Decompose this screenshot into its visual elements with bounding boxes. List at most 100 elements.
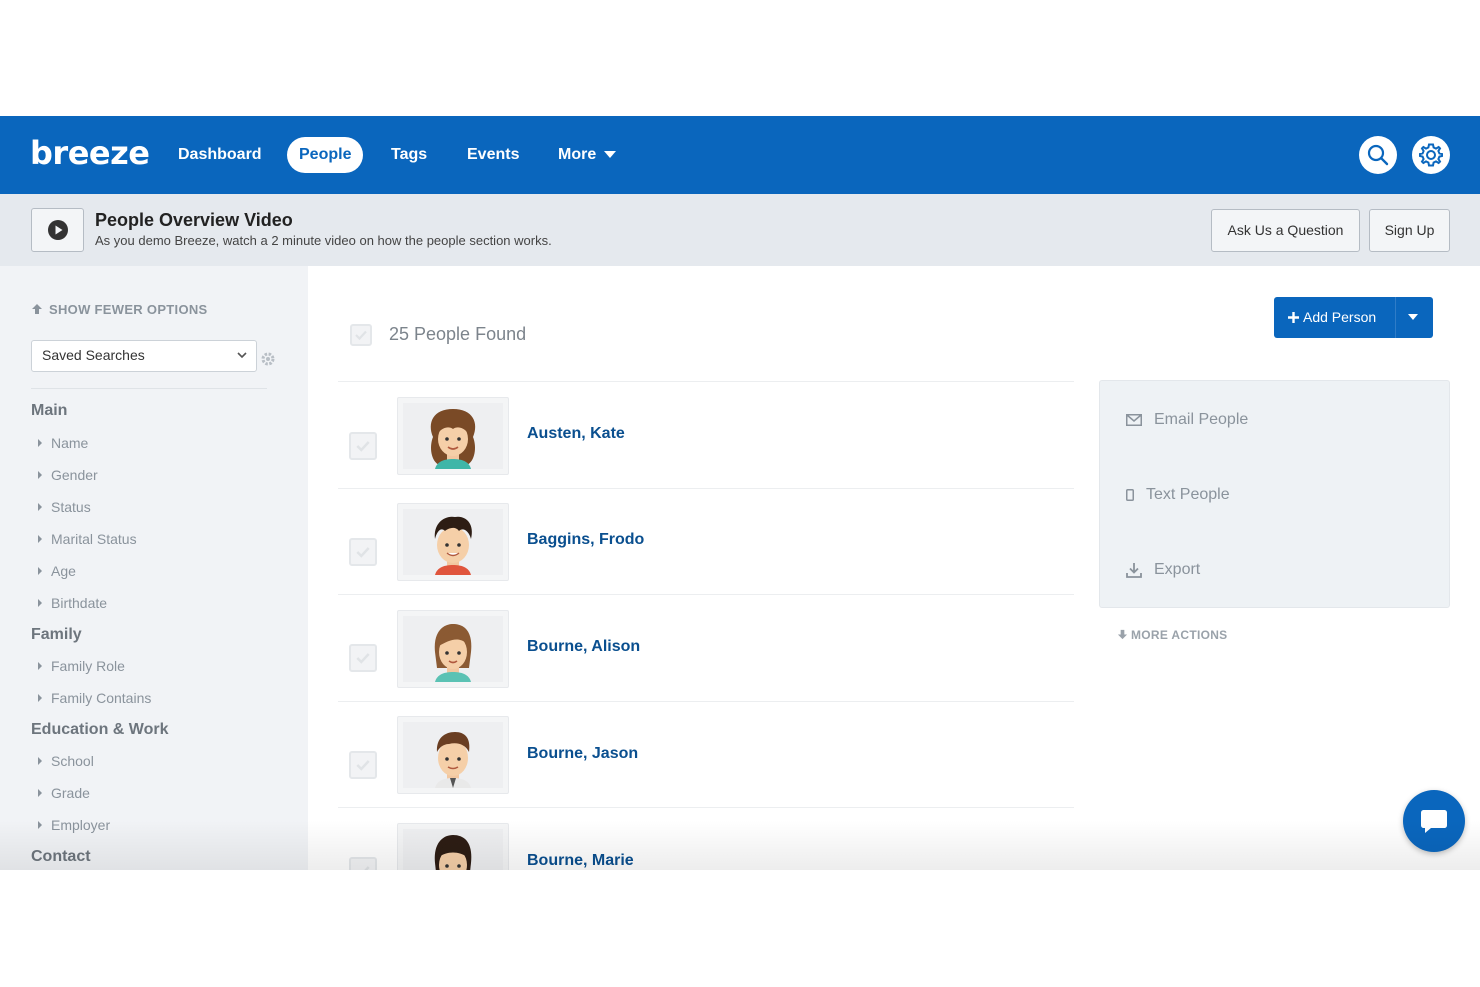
banner-title: People Overview Video	[95, 210, 293, 230]
person-link[interactable]: Bourne, Jason	[527, 745, 638, 763]
ask-question-button[interactable]: Ask Us a Question	[1211, 209, 1360, 252]
row-checkbox[interactable]	[349, 751, 377, 779]
group-main-heading: Main	[31, 402, 68, 419]
nav-events[interactable]: Events	[455, 137, 531, 173]
filter-label: Status	[51, 499, 91, 515]
text-people-action[interactable]: Text People	[1126, 486, 1230, 504]
button-separator	[1395, 297, 1396, 338]
more-actions-toggle[interactable]: MORE ACTIONS	[1117, 628, 1228, 642]
chat-bubble-icon	[1421, 810, 1447, 833]
settings-button[interactable]	[1412, 136, 1450, 174]
list-divider	[338, 701, 1074, 702]
check-icon	[355, 330, 367, 341]
search-button[interactable]	[1359, 136, 1397, 174]
row-checkbox[interactable]	[349, 432, 377, 460]
nav-people[interactable]: People	[287, 137, 364, 173]
row-checkbox[interactable]	[349, 538, 377, 566]
sidebar-divider	[31, 388, 267, 389]
group-education-heading: Education & Work	[31, 721, 169, 738]
app-window: breeze Dashboard People Tags Events More	[0, 116, 1480, 870]
search-icon	[1367, 144, 1389, 166]
check-icon	[356, 760, 370, 771]
actions-panel: Email People Text People Export	[1099, 380, 1450, 608]
check-icon	[364, 866, 370, 870]
row-checkbox[interactable]	[349, 857, 377, 870]
filter-gender[interactable]: Gender	[38, 467, 98, 483]
show-fewer-options[interactable]: SHOW FEWER OPTIONS	[31, 302, 208, 317]
person-link[interactable]: Austen, Kate	[527, 425, 625, 443]
person-link[interactable]: Bourne, Alison	[527, 638, 640, 656]
avatar[interactable]	[397, 716, 509, 794]
caret-right-icon	[38, 535, 42, 544]
nav-more-label: More	[558, 146, 597, 163]
play-video-button[interactable]	[31, 208, 84, 252]
nav-more[interactable]: More	[546, 137, 628, 173]
caret-right-icon	[38, 789, 42, 798]
export-label: Export	[1154, 561, 1201, 578]
caret-right-icon	[38, 503, 42, 512]
saved-search-gear-icon[interactable]	[260, 351, 276, 367]
nav-tags[interactable]: Tags	[379, 137, 439, 173]
caret-right-icon	[38, 757, 42, 766]
check-icon	[356, 547, 370, 558]
add-person-button[interactable]: Add Person	[1274, 297, 1433, 338]
play-icon	[47, 220, 68, 240]
arrow-down-icon	[1117, 629, 1128, 640]
avatar[interactable]	[397, 610, 509, 688]
saved-searches-value: Saved Searches	[42, 347, 145, 363]
plus-icon	[1288, 312, 1299, 323]
filter-family-contains[interactable]: Family Contains	[38, 690, 151, 706]
filter-label: Marital Status	[51, 531, 137, 547]
check-icon	[356, 441, 370, 452]
banner-subtitle: As you demo Breeze, watch a 2 minute vid…	[95, 233, 552, 248]
filter-grade[interactable]: Grade	[38, 785, 90, 801]
nav-dashboard[interactable]: Dashboard	[166, 137, 274, 173]
check-icon	[356, 653, 370, 664]
avatar-frodo-icon	[434, 516, 472, 575]
envelope-icon	[1126, 414, 1142, 426]
filter-status[interactable]: Status	[38, 499, 91, 515]
text-people-label: Text People	[1146, 486, 1230, 503]
filter-birthdate[interactable]: Birthdate	[38, 595, 107, 611]
caret-right-icon	[38, 599, 42, 608]
filter-label: Gender	[51, 467, 98, 483]
select-all-checkbox[interactable]	[350, 324, 372, 346]
top-nav: breeze Dashboard People Tags Events More	[0, 116, 1480, 194]
row-checkbox[interactable]	[349, 644, 377, 672]
person-link[interactable]: Baggins, Frodo	[527, 531, 644, 549]
avatar-alison-icon	[434, 624, 472, 682]
person-link[interactable]: Bourne, Marie	[527, 852, 634, 870]
sign-up-button[interactable]: Sign Up	[1369, 209, 1450, 252]
video-banner: People Overview Video As you demo Breeze…	[0, 194, 1480, 266]
avatar-jason-icon	[435, 732, 471, 788]
caret-down-icon[interactable]	[1408, 314, 1418, 320]
phone-icon	[1126, 489, 1134, 501]
filter-family-role[interactable]: Family Role	[38, 658, 125, 674]
more-actions-label: MORE ACTIONS	[1131, 628, 1228, 642]
saved-searches-select[interactable]: Saved Searches	[31, 340, 257, 372]
gear-icon	[1419, 143, 1443, 167]
email-people-label: Email People	[1154, 411, 1249, 428]
filter-name[interactable]: Name	[38, 435, 88, 451]
filter-employer[interactable]: Employer	[38, 817, 110, 833]
avatar-kate-icon	[430, 409, 476, 469]
avatar[interactable]	[397, 503, 509, 581]
filter-marital-status[interactable]: Marital Status	[38, 531, 137, 547]
caret-down-icon	[604, 151, 617, 159]
avatar-marie-icon	[434, 835, 472, 870]
list-divider	[338, 381, 1074, 382]
breeze-logo[interactable]: breeze	[30, 134, 150, 172]
avatar[interactable]	[397, 397, 509, 475]
filter-label: Name	[51, 435, 89, 451]
chat-button[interactable]	[1403, 790, 1465, 852]
add-person-label: Add Person	[1288, 309, 1376, 325]
show-fewer-label: SHOW FEWER OPTIONS	[49, 302, 208, 317]
filter-label: School	[51, 753, 94, 769]
filter-school[interactable]: School	[38, 753, 94, 769]
avatar[interactable]	[397, 823, 509, 870]
filter-age[interactable]: Age	[38, 563, 76, 579]
filter-label: Age	[51, 563, 76, 579]
caret-right-icon	[38, 471, 42, 480]
export-action[interactable]: Export	[1126, 561, 1200, 579]
email-people-action[interactable]: Email People	[1126, 411, 1248, 429]
